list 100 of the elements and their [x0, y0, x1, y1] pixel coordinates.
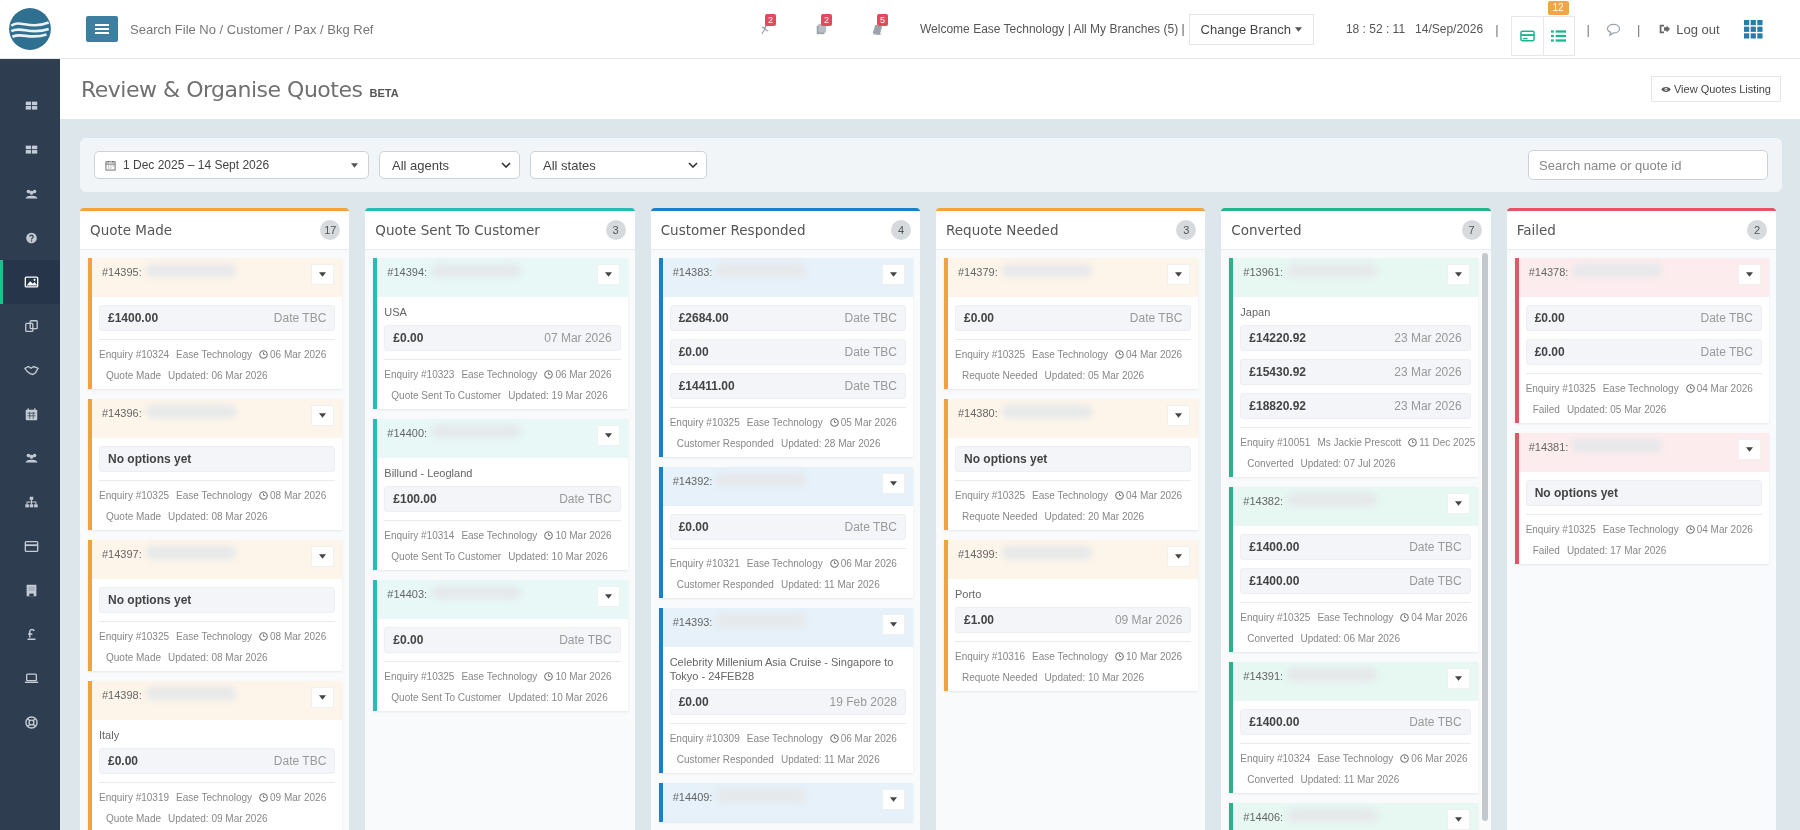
card-menu-button[interactable]	[882, 789, 905, 810]
column-title: Failed	[1516, 222, 1556, 238]
updated-date: Updated: 06 Mar 2026	[1300, 632, 1400, 645]
scrollbar-thumb[interactable]	[1481, 253, 1488, 821]
count-badge: 5	[877, 14, 888, 26]
option-price: £1.00	[964, 613, 994, 627]
enquiry-number: Enquiry #10324	[1240, 752, 1311, 765]
enquiry-number: Enquiry #10316	[955, 650, 1026, 663]
separator-text: |	[1495, 21, 1499, 37]
status-text: Quote Made	[106, 812, 162, 825]
card-menu-button[interactable]	[311, 687, 335, 708]
created-date: 04 Mar 2026	[1126, 348, 1183, 361]
quote-reference: #14399:	[958, 547, 998, 560]
option-date: Date TBC	[1409, 540, 1462, 554]
card-menu-button[interactable]	[596, 264, 620, 285]
agent-name: Ease Technology	[1032, 489, 1109, 502]
lifebuoy-icon	[24, 714, 39, 730]
count-badge: 17	[320, 220, 341, 240]
globe-logo-icon	[8, 7, 52, 51]
notification-button[interactable]: 2	[742, 14, 788, 44]
caret-icon	[1175, 272, 1183, 277]
date-range-text: 1 Dec 2025 – 14 Sept 2026	[123, 158, 271, 172]
quote-reference: #14395:	[102, 265, 142, 278]
clock-icon	[544, 370, 554, 379]
agent-name: Ease Technology	[1602, 523, 1679, 536]
updated-date: Updated: 09 Mar 2026	[168, 812, 268, 825]
clock-icon	[829, 559, 839, 568]
date-range-picker[interactable]: 1 Dec 2025 – 14 Sept 2026	[94, 151, 369, 179]
updated-date: Updated: 08 Mar 2026	[168, 651, 268, 664]
agent-name: Ease Technology	[461, 368, 538, 381]
card-menu-button[interactable]	[1446, 668, 1470, 689]
card-menu-button[interactable]	[882, 264, 905, 285]
logout-button[interactable]: Log out	[1652, 17, 1726, 41]
updated-date: Updated: 08 Mar 2026	[168, 510, 268, 523]
card-menu-button[interactable]	[882, 473, 905, 494]
updated-date: Updated: 10 Mar 2026	[1044, 671, 1145, 684]
calendar-icon	[105, 159, 116, 171]
caret-icon	[1294, 26, 1302, 32]
current-date: 14/Sep/2026	[1415, 22, 1484, 36]
option-price: £1400.00	[1249, 715, 1300, 729]
card-menu-button[interactable]	[596, 425, 620, 446]
notification-button[interactable]: 2	[798, 14, 844, 44]
hierarchy-icon	[24, 494, 39, 510]
states-dropdown[interactable]: All states	[530, 151, 707, 179]
option-date: Date TBC	[1409, 715, 1462, 729]
card-menu-button[interactable]	[882, 614, 905, 635]
caret-icon	[890, 622, 897, 627]
card-menu-button[interactable]	[1446, 264, 1470, 285]
created-date: 06 Mar 2026	[555, 368, 612, 381]
notification-button[interactable]: 5	[854, 14, 900, 44]
status-text: Quote Sent To Customer	[391, 550, 502, 563]
menu-button[interactable]	[86, 16, 118, 42]
option-price: £0.00	[678, 345, 709, 359]
card-menu-button[interactable]	[1167, 264, 1191, 285]
status-text: Requote Needed	[962, 369, 1038, 382]
search-field[interactable]: Search name or quote id	[1528, 150, 1768, 180]
caret-icon	[1175, 413, 1183, 418]
option-price: £0.00	[1534, 345, 1565, 359]
clock-icon	[1115, 350, 1125, 359]
card-menu-button[interactable]	[1446, 809, 1470, 830]
apps-grid-icon[interactable]	[1743, 19, 1763, 39]
destination-text: Porto	[955, 587, 983, 601]
caret-icon	[604, 272, 612, 277]
quote-reference: #14397:	[102, 547, 142, 560]
option-date: 07 Mar 2026	[544, 331, 612, 345]
created-date: 10 Mar 2026	[555, 670, 612, 683]
enquiry-number: Enquiry #10325	[99, 630, 170, 643]
view-quotes-listing-button[interactable]: View Quotes Listing	[1650, 76, 1781, 102]
caret-icon	[351, 162, 358, 168]
card-menu-button[interactable]	[1737, 439, 1761, 460]
agent-name: Ease Technology	[746, 557, 823, 570]
sidebar-item[interactable]	[0, 260, 60, 304]
change-branch-button[interactable]: Change Branch	[1188, 13, 1314, 45]
menu-icon	[95, 23, 109, 35]
count-badge: 2	[821, 14, 832, 26]
card-menu-button[interactable]	[1446, 493, 1470, 514]
clock-icon	[1115, 491, 1125, 500]
option-price: £0.00	[393, 331, 424, 345]
destination-text: Italy	[99, 728, 121, 742]
quote-reference: #14383:	[672, 265, 713, 278]
caret-icon	[319, 695, 327, 700]
card-menu-button[interactable]	[311, 546, 335, 567]
status-text: Requote Needed	[962, 510, 1038, 523]
enquiry-number: Enquiry #10309	[669, 732, 740, 745]
card-menu-button[interactable]	[596, 586, 620, 607]
quote-reference: #13961:	[1243, 265, 1284, 278]
option-date: 23 Mar 2026	[1394, 365, 1462, 379]
updated-date: Updated: 07 Jul 2026	[1300, 457, 1396, 470]
card-menu-button[interactable]	[311, 264, 335, 285]
status-text: Failed	[1532, 403, 1560, 416]
option-date: Date TBC	[559, 492, 612, 506]
option-price: £0.00	[1534, 311, 1565, 325]
card-menu-button[interactable]	[1737, 264, 1761, 285]
card-menu-button[interactable]	[311, 405, 335, 426]
option-date: Date TBC	[273, 311, 327, 325]
agents-dropdown[interactable]: All agents	[379, 151, 520, 179]
card-menu-button[interactable]	[1167, 546, 1191, 567]
caret-icon	[890, 481, 897, 486]
caret-icon	[604, 594, 612, 599]
card-menu-button[interactable]	[1167, 405, 1191, 426]
